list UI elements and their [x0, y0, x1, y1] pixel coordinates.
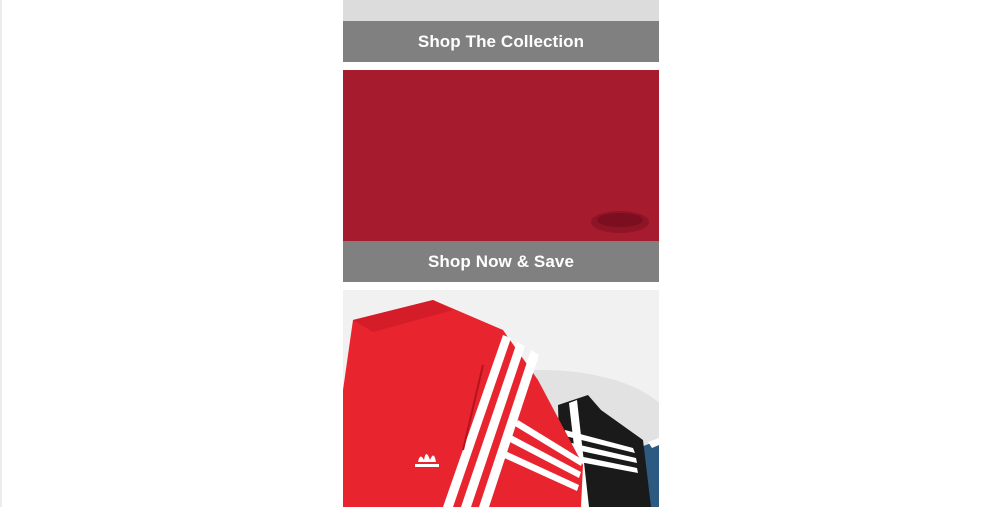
red-banner-graphic	[343, 70, 659, 241]
shop-now-save-button[interactable]: Shop Now & Save	[343, 241, 659, 282]
page-edge-divider	[0, 0, 2, 507]
page: Shop The Collection Shop Now & Save	[0, 0, 1000, 507]
shop-collection-button[interactable]: Shop The Collection	[343, 21, 659, 62]
promo-image-track-pants[interactable]	[343, 290, 659, 507]
track-pants-graphic	[343, 290, 659, 507]
promo-image-collection[interactable]	[343, 0, 659, 21]
promo-image-red-banner[interactable]	[343, 70, 659, 241]
promo-column: Shop The Collection Shop Now & Save	[343, 0, 659, 507]
